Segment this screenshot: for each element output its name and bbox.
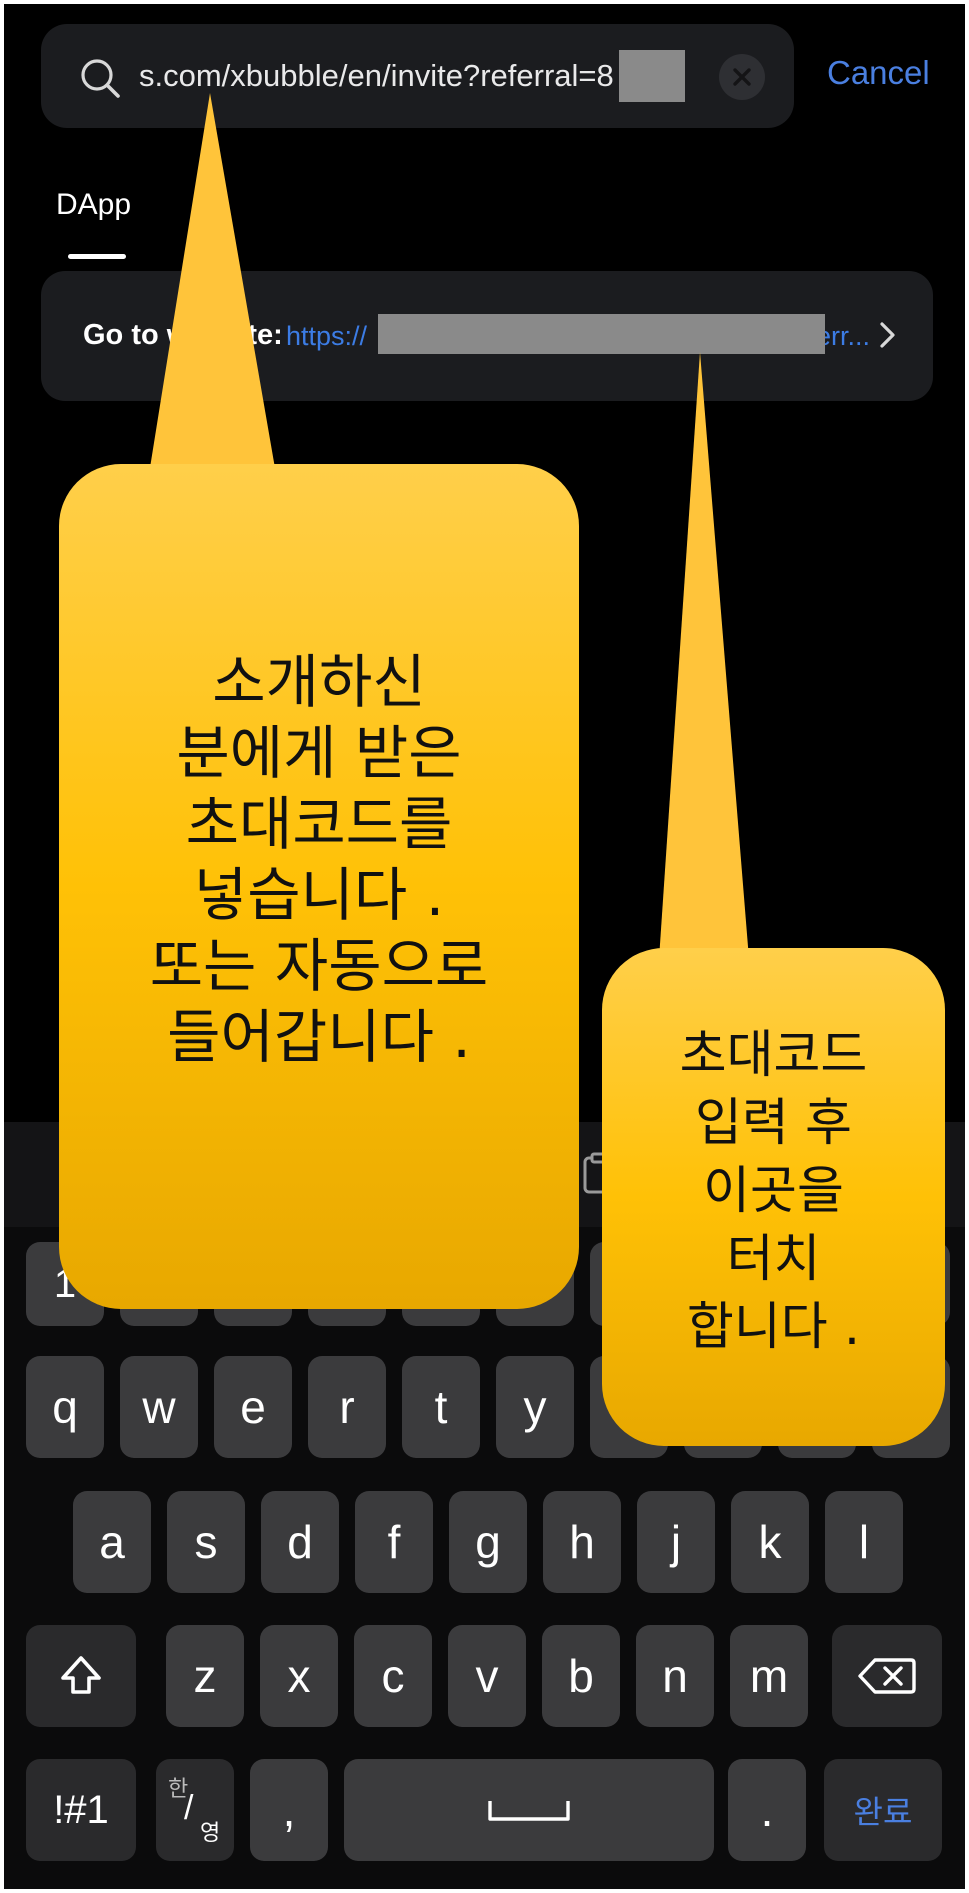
callout-line: 들어갑니다 . [167,1003,471,1071]
callout-line: 이곳을 [703,1162,844,1221]
callout-pointer-right [659,352,749,959]
callout-line: 또는 자동으로 [149,932,489,1000]
callout-line: 터치 [726,1230,821,1289]
callout-line: 합니다 . [686,1298,861,1357]
callout-line: 소개하신 [212,648,426,716]
phone-screen: s.com/xbubble/en/invite?referral=87 Canc… [4,4,965,1889]
callout-pointer-left [149,93,276,474]
callout-line: 초대코드를 [185,790,453,858]
callout-touch-here: 초대코드 입력 후 이곳을 터치 합니다 . [602,948,945,1446]
callout-line: 넣습니다 . [193,861,445,929]
callout-line: 초대코드 [679,1026,868,1085]
callout-line: 입력 후 [695,1094,852,1153]
callout-line: 분에게 받은 [176,719,462,787]
callout-invite-code-info: 소개하신 분에게 받은 초대코드를 넣습니다 . 또는 자동으로 들어갑니다 . [59,464,579,1309]
